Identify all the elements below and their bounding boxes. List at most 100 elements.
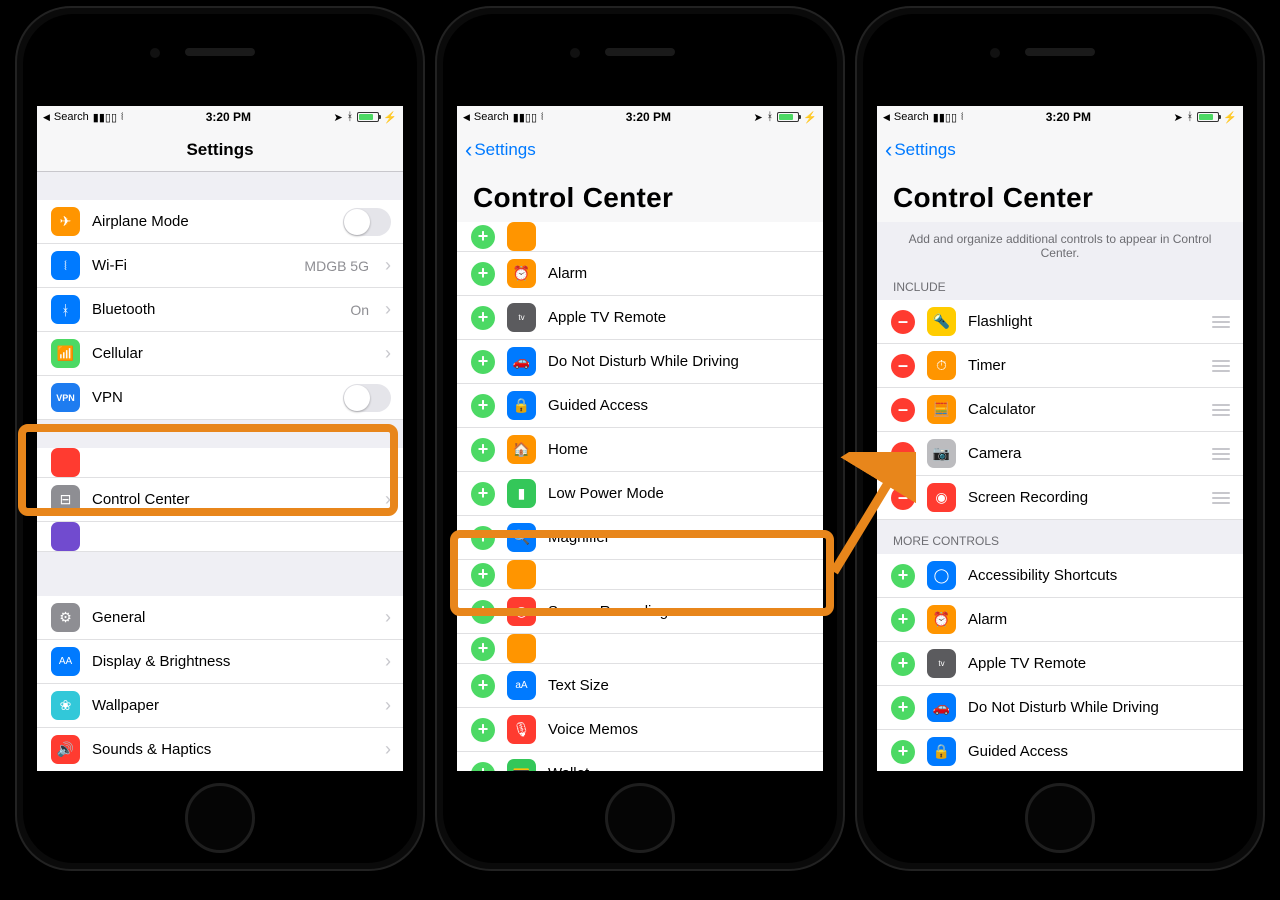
textsize-icon: aA [507, 671, 536, 700]
row-wifi[interactable]: ⧙ Wi-Fi MDGB 5G › [37, 244, 403, 288]
row-vpn[interactable]: VPN VPN [37, 376, 403, 420]
phone-1: ◀ Search ▮▮▯▯ ⧙ 3:20 PM ➤ ᚼ ⚡ Settings [15, 6, 425, 871]
row-label: Alarm [968, 611, 1231, 628]
nav-bar: ‹ Settings [457, 128, 823, 172]
remove-button[interactable]: – [891, 442, 915, 466]
add-button[interactable]: + [471, 225, 495, 249]
add-button[interactable]: + [891, 652, 915, 676]
row-value: On [350, 302, 369, 318]
add-button[interactable]: + [471, 482, 495, 506]
row-sounds-haptics[interactable]: 🔊 Sounds & Haptics › [37, 728, 403, 771]
reorder-handle[interactable] [1211, 492, 1231, 504]
bluetooth-icon: ᚼ [1187, 111, 1194, 123]
row-timer[interactable]: – ⏱ Timer [877, 344, 1243, 388]
add-button[interactable]: + [471, 637, 495, 661]
row-camera[interactable]: – 📷 Camera [877, 432, 1243, 476]
home-button[interactable] [185, 783, 255, 853]
back-label: Settings [474, 140, 535, 160]
remove-button[interactable]: – [891, 398, 915, 422]
car-icon: 🚗 [507, 347, 536, 376]
add-button[interactable]: + [471, 394, 495, 418]
row-dnd-driving[interactable]: + 🚗 Do Not Disturb While Driving [877, 686, 1243, 730]
back-button[interactable]: ‹ Settings [465, 140, 536, 160]
reorder-handle[interactable] [1211, 316, 1231, 328]
gear-icon: ⚙︎ [51, 603, 80, 632]
row-notes-peek: + [457, 560, 823, 590]
row-magnifier[interactable]: + 🔍 Magnifier [457, 516, 823, 560]
wifi-icon: ⧙ [541, 111, 543, 124]
row-label: Timer [968, 357, 1199, 374]
remove-button[interactable]: – [891, 486, 915, 510]
back-button[interactable]: ‹ Settings [885, 140, 956, 160]
battery-mode-icon: ▮ [507, 479, 536, 508]
row-text-size[interactable]: + aA Text Size [457, 664, 823, 708]
row-general[interactable]: ⚙︎ General › [37, 596, 403, 640]
airplane-icon: ✈︎ [51, 207, 80, 236]
row-label: Apple TV Remote [968, 655, 1231, 672]
reorder-handle[interactable] [1211, 404, 1231, 416]
charging-icon: ⚡ [1223, 111, 1237, 124]
row-display-brightness[interactable]: AA Display & Brightness › [37, 640, 403, 684]
add-button[interactable]: + [471, 262, 495, 286]
row-apple-tv-remote[interactable]: + tv Apple TV Remote [457, 296, 823, 340]
row-label: Do Not Disturb While Driving [548, 353, 811, 370]
row-screen-recording[interactable]: – ◉ Screen Recording [877, 476, 1243, 520]
reorder-handle[interactable] [1211, 448, 1231, 460]
add-button[interactable]: + [891, 696, 915, 720]
row-cellular[interactable]: 📶 Cellular › [37, 332, 403, 376]
sound-icon: 🔊 [51, 735, 80, 764]
add-button[interactable]: + [471, 350, 495, 374]
add-button[interactable]: + [471, 526, 495, 550]
add-button[interactable]: + [471, 762, 495, 772]
row-label: Wallpaper [92, 697, 373, 714]
add-button[interactable]: + [471, 600, 495, 624]
row-alarm[interactable]: + ⏰ Alarm [877, 598, 1243, 642]
row-home[interactable]: + 🏠 Home [457, 428, 823, 472]
row-airplane-mode[interactable]: ✈︎ Airplane Mode [37, 200, 403, 244]
signal-icon: ▮▮▯▯ [93, 111, 117, 124]
row-peek-below [37, 522, 403, 552]
add-button[interactable]: + [471, 674, 495, 698]
row-control-center[interactable]: ⊟ Control Center › [37, 478, 403, 522]
home-button[interactable] [605, 783, 675, 853]
airplane-toggle[interactable] [343, 208, 391, 236]
row-label: Cellular [92, 345, 373, 362]
vpn-toggle[interactable] [343, 384, 391, 412]
row-low-power-mode[interactable]: + ▮ Low Power Mode [457, 472, 823, 516]
record-icon: ◉ [927, 483, 956, 512]
home-button[interactable] [1025, 783, 1095, 853]
chevron-right-icon: › [385, 651, 391, 672]
remove-button[interactable]: – [891, 354, 915, 378]
add-button[interactable]: + [891, 740, 915, 764]
icon-peek [507, 222, 536, 251]
row-flashlight[interactable]: – 🔦 Flashlight [877, 300, 1243, 344]
row-guided-access[interactable]: + 🔒 Guided Access [877, 730, 1243, 771]
row-voice-memos[interactable]: + 🎙 Voice Memos [457, 708, 823, 752]
row-apple-tv-remote[interactable]: + tv Apple TV Remote [877, 642, 1243, 686]
location-icon: ➤ [333, 111, 342, 124]
add-button[interactable]: + [471, 563, 495, 587]
row-bluetooth[interactable]: ᚼ Bluetooth On › [37, 288, 403, 332]
row-wallpaper[interactable]: ❀ Wallpaper › [37, 684, 403, 728]
reorder-handle[interactable] [1211, 360, 1231, 372]
add-button[interactable]: + [891, 564, 915, 588]
row-wallet[interactable]: + 💳 Wallet [457, 752, 823, 771]
add-button[interactable]: + [471, 306, 495, 330]
row-dnd-driving[interactable]: + 🚗 Do Not Disturb While Driving [457, 340, 823, 384]
row-label: Voice Memos [548, 721, 811, 738]
row-guided-access[interactable]: + 🔒 Guided Access [457, 384, 823, 428]
add-button[interactable]: + [471, 718, 495, 742]
remove-button[interactable]: – [891, 310, 915, 334]
add-button[interactable]: + [471, 438, 495, 462]
add-button[interactable]: + [891, 608, 915, 632]
row-alarm[interactable]: + ⏰ Alarm [457, 252, 823, 296]
row-calculator[interactable]: – 🧮 Calculator [877, 388, 1243, 432]
status-time: 3:20 PM [206, 110, 251, 124]
row-accessibility[interactable]: + ◯ Accessibility Shortcuts [877, 554, 1243, 598]
row-label: Calculator [968, 401, 1199, 418]
row-screen-recording[interactable]: + ◉ Screen Recording [457, 590, 823, 634]
row-label: Home [548, 441, 811, 458]
mic-icon: 🎙 [507, 715, 536, 744]
row-label: Screen Recording [968, 489, 1199, 506]
chevron-right-icon: › [385, 607, 391, 628]
